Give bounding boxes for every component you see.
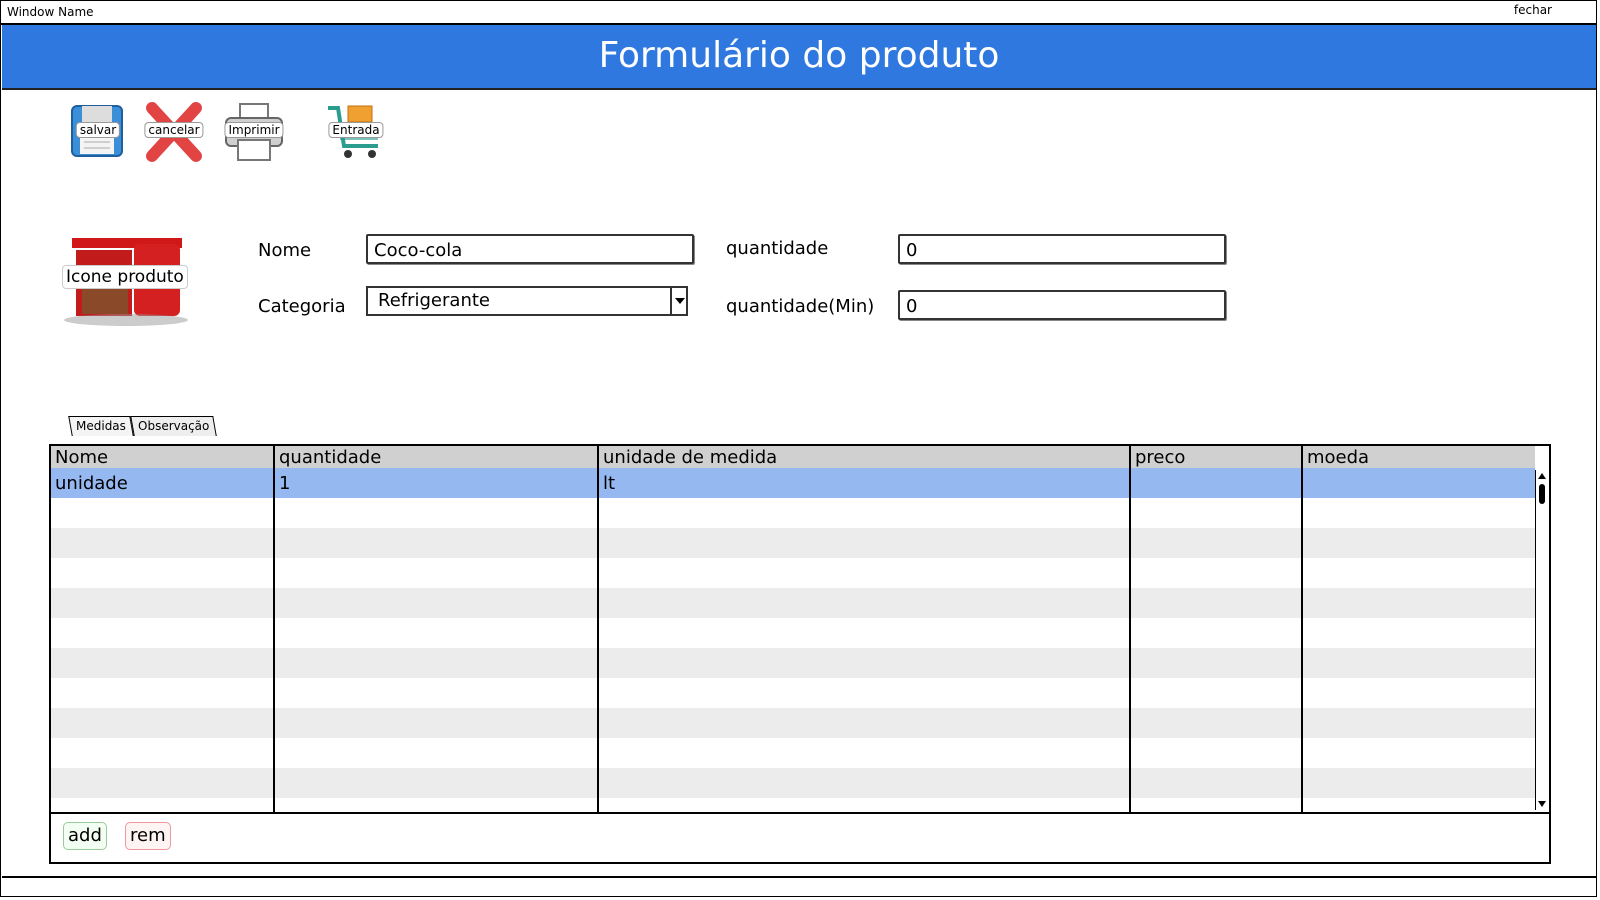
window-titlebar: Window Name fechar: [1, 1, 1596, 25]
column-divider: [273, 446, 275, 812]
print-label: Imprimir: [224, 122, 284, 138]
table-cell[interactable]: [1131, 468, 1303, 498]
table-cell[interactable]: unidade: [51, 468, 275, 498]
save-label: salvar: [75, 122, 121, 138]
table-cell[interactable]: lt: [599, 468, 1131, 498]
remove-row-button[interactable]: rem: [125, 822, 171, 850]
status-bar-divider: [2, 876, 1596, 878]
min-quantity-label: quantidade(Min): [726, 296, 875, 317]
category-value: Refrigerante: [378, 290, 490, 311]
entry-button[interactable]: Entrada: [326, 102, 386, 162]
measures-table: Nome quantidade unidade de medida preco …: [51, 446, 1535, 812]
table-cell[interactable]: [1303, 468, 1535, 498]
name-label: Nome: [258, 240, 312, 261]
column-header-moeda[interactable]: moeda: [1303, 446, 1535, 468]
product-image-label: Icone produto: [62, 265, 188, 289]
close-link[interactable]: fechar: [1514, 3, 1552, 17]
entry-label: Entrada: [328, 122, 384, 138]
add-row-button[interactable]: add: [63, 822, 107, 850]
column-header-nome[interactable]: Nome: [51, 446, 275, 468]
save-button[interactable]: salvar: [68, 102, 128, 162]
quantity-label: quantidade: [726, 238, 829, 259]
window-title: Window Name: [7, 5, 94, 19]
quantity-input[interactable]: 0: [898, 234, 1226, 264]
form-header: Formulário do produto: [2, 25, 1596, 90]
scroll-thumb[interactable]: [1539, 484, 1545, 504]
category-select[interactable]: Refrigerante: [366, 286, 688, 316]
tab-observacao[interactable]: Observação: [130, 416, 218, 436]
scroll-up-icon[interactable]: [1538, 473, 1546, 479]
column-header-preco[interactable]: preco: [1131, 446, 1303, 468]
column-divider: [597, 446, 599, 812]
tab-medidas[interactable]: Medidas: [68, 416, 134, 436]
measures-grid-panel: Nome quantidade unidade de medida preco …: [49, 444, 1551, 864]
grid-footer-divider: [51, 812, 1549, 814]
name-input[interactable]: Coco-cola: [366, 234, 694, 264]
table-scrollbar[interactable]: [1535, 470, 1549, 810]
cancel-button[interactable]: cancelar: [144, 102, 204, 162]
column-header-quantidade[interactable]: quantidade: [275, 446, 599, 468]
table-cell[interactable]: 1: [275, 468, 599, 498]
column-divider: [1301, 446, 1303, 812]
tab-observacao-label: Observação: [138, 419, 210, 433]
column-divider: [1129, 446, 1131, 812]
print-button[interactable]: Imprimir: [224, 102, 284, 162]
min-quantity-input[interactable]: 0: [898, 290, 1226, 320]
page-title: Formulário do produto: [598, 35, 1000, 76]
category-label: Categoria: [258, 296, 346, 317]
scroll-down-icon[interactable]: [1538, 801, 1546, 807]
column-header-unidade[interactable]: unidade de medida: [599, 446, 1131, 468]
tab-medidas-label: Medidas: [76, 419, 126, 433]
cancel-label: cancelar: [144, 122, 204, 138]
chevron-down-icon[interactable]: [670, 288, 686, 314]
